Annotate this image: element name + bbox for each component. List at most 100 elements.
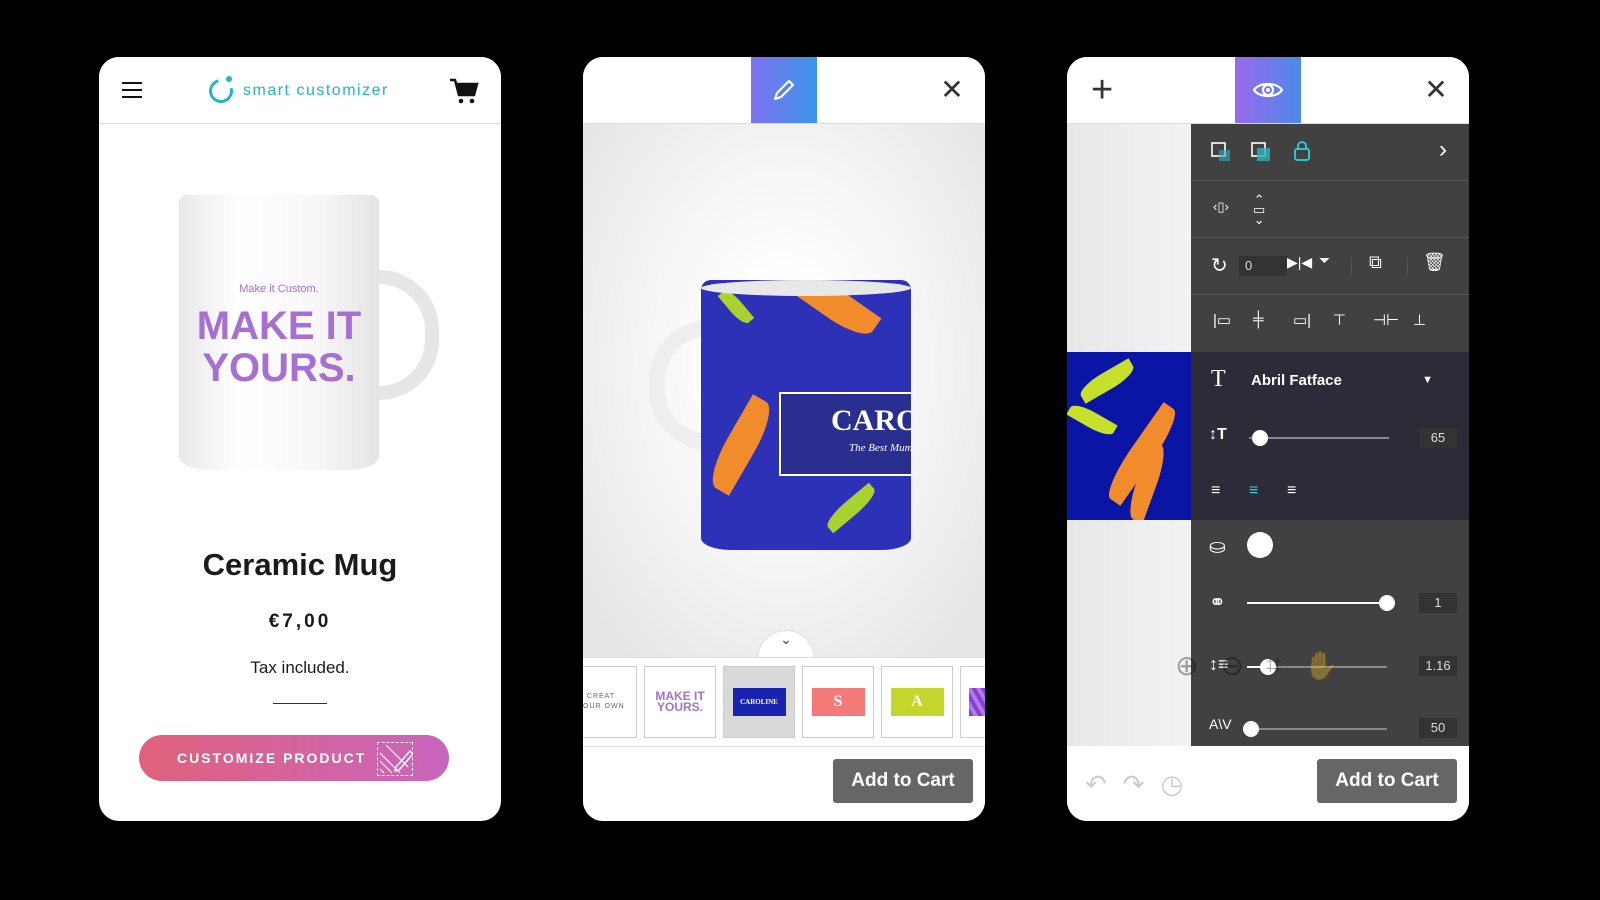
bottom-bar: Add to Cart: [583, 747, 985, 821]
fit-height-icon[interactable]: ⌃ ▭ ⌄: [1253, 193, 1265, 226]
hand-icon[interactable]: ✋: [1304, 649, 1339, 682]
customize-product-button[interactable]: CUSTOMIZE PRODUCT: [139, 735, 449, 781]
eye-icon: [1252, 82, 1284, 98]
align-left-icon[interactable]: |▭: [1213, 311, 1231, 329]
letter-spacing-icon: A\V: [1209, 716, 1232, 732]
line-height-input[interactable]: 1.16: [1419, 656, 1457, 676]
flip-horizontal-icon[interactable]: ▶|◀: [1287, 254, 1312, 271]
opacity-input[interactable]: 1: [1419, 593, 1457, 613]
opacity-fill: [1247, 602, 1387, 604]
text-align-center-icon[interactable]: ≡: [1249, 482, 1258, 500]
hamburger-icon[interactable]: [122, 82, 142, 98]
history-controls: ↶ ↷ ◷: [1085, 769, 1183, 800]
fill-color-swatch[interactable]: [1247, 532, 1273, 558]
template-swatch: S: [811, 688, 865, 716]
editor-screen: + ✕ › ‹▯› ⌃ ▭ ⌄ ↻ 0 ▶|◀ ⏷ ⧉ 🗑 |▭ ╪ ▭| ⊤ …: [1067, 57, 1469, 821]
customize-pencil-icon: [377, 742, 413, 776]
fit-width-icon[interactable]: ‹▯›: [1213, 199, 1229, 215]
template-letter-a[interactable]: A: [881, 666, 953, 738]
mug-subtitle: The Best Mum in the World: [849, 442, 911, 454]
grid-icon[interactable]: ⌗: [1266, 649, 1282, 682]
toolbar-row-layer: ›: [1191, 124, 1469, 181]
chevron-right-icon[interactable]: ›: [1439, 136, 1447, 164]
product-image: Make it Custom. MAKE IT YOURS.: [179, 195, 439, 475]
toolbar-row-fit: ‹▯› ⌃ ▭ ⌄: [1191, 181, 1469, 238]
template-label-line1: CREAT: [586, 693, 616, 700]
add-to-cart-button[interactable]: Add to Cart: [1317, 759, 1457, 803]
letter-spacing-slider[interactable]: [1243, 721, 1260, 737]
opacity-slider[interactable]: [1379, 595, 1395, 611]
template-letter-s[interactable]: S: [802, 666, 874, 738]
undo-icon[interactable]: ↶: [1085, 769, 1107, 800]
close-icon[interactable]: ✕: [939, 76, 965, 104]
edit-mode-button[interactable]: [751, 57, 817, 123]
delete-icon[interactable]: 🗑: [1423, 252, 1446, 273]
zoom-out-icon[interactable]: ⊖: [1220, 649, 1243, 682]
template-stripes[interactable]: [960, 666, 985, 738]
template-swatch: [969, 688, 985, 716]
font-size-track[interactable]: [1249, 437, 1389, 439]
text-align-right-icon[interactable]: ≡: [1287, 482, 1296, 500]
preview-button[interactable]: [1235, 57, 1301, 123]
mug-headline: MAKE IT YOURS.: [179, 305, 379, 389]
template-label: MAKE IT YOURS.: [655, 690, 704, 714]
cart-icon[interactable]: [449, 77, 479, 105]
tax-note: Tax included.: [250, 658, 350, 677]
close-icon[interactable]: ✕: [1423, 76, 1449, 104]
template-create-your-own[interactable]: CREAT YOUR OWN: [583, 666, 637, 738]
mug-name: CAROLI: [831, 404, 911, 437]
align-middle-icon[interactable]: ⊣⊢: [1373, 311, 1399, 329]
customizer-header: ✕: [583, 57, 985, 124]
template-label-line2: YOURS.: [656, 700, 703, 714]
toolbar-row-align: |▭ ╪ ▭| ⊤ ⊣⊢ ⊥: [1191, 295, 1469, 351]
history-icon[interactable]: ◷: [1161, 769, 1184, 800]
brand-name: smart customizer: [243, 82, 389, 99]
align-center-horizontal-icon[interactable]: ╪: [1253, 311, 1264, 328]
pencil-icon: [774, 80, 794, 100]
lock-icon[interactable]: [1293, 140, 1311, 162]
letter-spacing-track[interactable]: [1247, 728, 1387, 730]
add-to-cart-button[interactable]: Add to Cart: [833, 759, 973, 803]
style-controls: ⛀ ⚭ 1 ↕≡ 1.16 A\V 50: [1191, 520, 1469, 746]
align-right-icon[interactable]: ▭|: [1293, 311, 1311, 329]
rotate-icon[interactable]: ↻: [1211, 253, 1228, 278]
product-preview-3d[interactable]: CAROLI The Best Mum in the World: [583, 124, 985, 657]
logo-dot: [226, 76, 232, 82]
template-caroline[interactable]: CAROLINE: [723, 666, 795, 738]
font-dropdown-icon[interactable]: ▼: [1422, 374, 1433, 386]
rotation-input[interactable]: 0: [1239, 256, 1287, 276]
plus-icon[interactable]: +: [1091, 71, 1113, 109]
mug-rim: [701, 280, 911, 296]
font-icon: T: [1211, 366, 1226, 392]
text-properties-overlay: T Abril Fatface ▼ ↕T 65 ≡ ≡ ≡: [1191, 352, 1469, 520]
send-backward-icon[interactable]: [1211, 142, 1231, 162]
bottom-bar: ↶ ↷ ◷ Add to Cart: [1067, 747, 1469, 821]
redo-icon[interactable]: ↷: [1123, 769, 1145, 800]
font-family-select[interactable]: Abril Fatface: [1251, 372, 1342, 389]
text-align-left-icon[interactable]: ≡: [1211, 482, 1220, 500]
font-size-slider[interactable]: [1252, 430, 1269, 446]
align-bottom-icon[interactable]: ⊥: [1413, 311, 1426, 329]
template-label: CREAT YOUR OWN: [583, 692, 625, 712]
letter-spacing-input[interactable]: 50: [1419, 718, 1457, 738]
template-make-it-yours[interactable]: MAKE IT YOURS.: [644, 666, 716, 738]
store-header: smart customizer: [99, 57, 501, 124]
align-top-icon[interactable]: ⊤: [1333, 311, 1346, 329]
font-size-input[interactable]: 65: [1419, 428, 1457, 448]
font-size-icon: ↕T: [1209, 426, 1227, 443]
duplicate-icon[interactable]: ⧉: [1369, 252, 1382, 273]
template-swatch: A: [890, 688, 944, 716]
customizer-screen: ✕ CAROLI The Best Mum in the World ⌄ CRE…: [583, 57, 985, 821]
mug-name-label: CAROLI The Best Mum in the World: [779, 392, 911, 476]
template-strip[interactable]: CREAT YOUR OWN MAKE IT YOURS. CAROLINE S…: [583, 657, 985, 747]
zoom-in-icon[interactable]: ⊕: [1175, 649, 1198, 682]
opacity-icon: ⚭: [1209, 592, 1226, 614]
flip-vertical-icon[interactable]: ⏷: [1319, 252, 1330, 269]
bring-forward-icon[interactable]: [1251, 142, 1271, 162]
brand-logo[interactable]: smart customizer: [204, 74, 389, 108]
mug-body: CAROLI The Best Mum in the World: [701, 280, 911, 550]
chevron-down-icon: ⌄: [780, 631, 792, 647]
logo-ring-icon: [204, 74, 238, 108]
mug-headline-line1: MAKE IT: [196, 304, 362, 348]
template-swatch: CAROLINE: [732, 688, 786, 716]
